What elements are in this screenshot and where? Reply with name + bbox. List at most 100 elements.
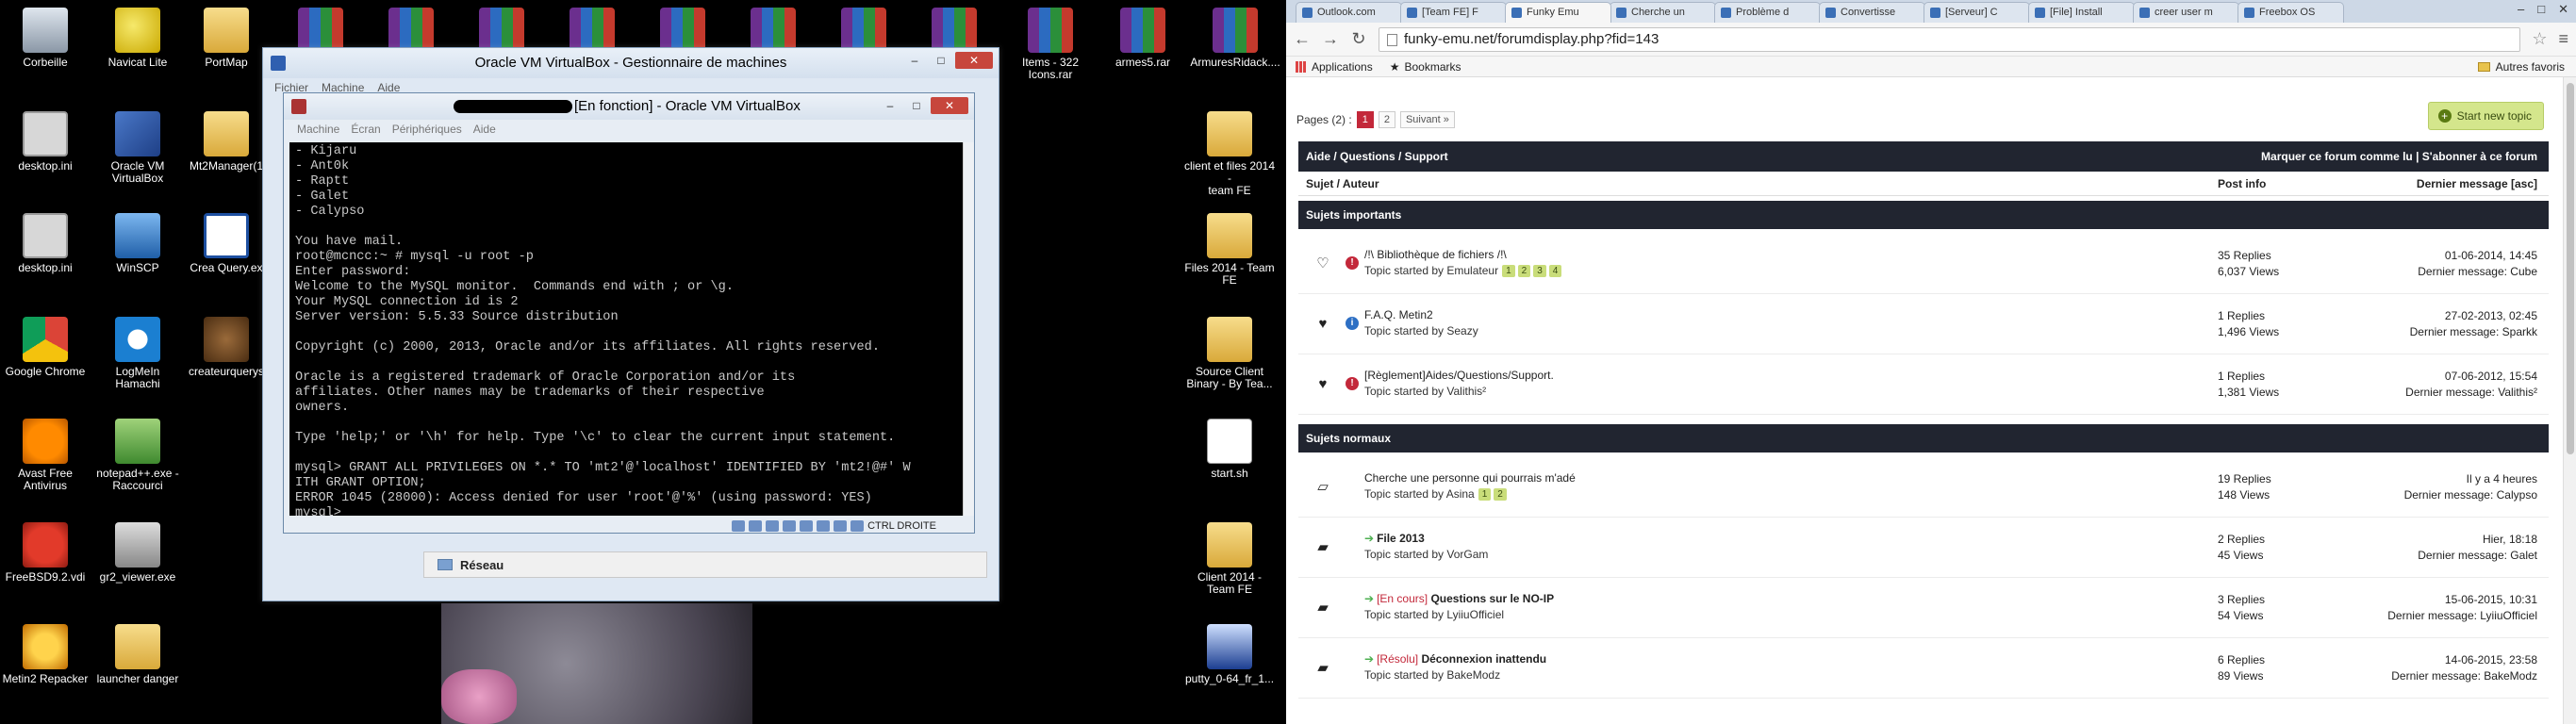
desktop-icon[interactable]: start.sh (1182, 419, 1277, 480)
last-message-author[interactable]: Dernier message: LyiiuOfficiel (2387, 608, 2537, 624)
last-message-date[interactable]: Hier, 18:18 (2418, 532, 2537, 548)
close-icon[interactable]: ✕ (2558, 2, 2568, 17)
optical-drive-icon[interactable] (749, 520, 763, 532)
desktop-icon[interactable]: createurquerys (179, 317, 273, 378)
bookmark-applications[interactable]: Applications (1296, 60, 1373, 74)
hdd-icon[interactable] (732, 520, 746, 532)
desktop-icon[interactable]: PortMap (179, 8, 273, 69)
page-1-link[interactable]: 1 (1356, 111, 1374, 128)
heart-filled-icon[interactable]: ♥ (1315, 377, 1330, 392)
desktop-icon[interactable]: Crea Query.ex (179, 213, 273, 274)
browser-tab[interactable]: [Team FE] F (1400, 2, 1507, 23)
desktop-icon[interactable]: Files 2014 - Team FE (1182, 213, 1277, 287)
desktop-icon[interactable]: client et files 2014 - team FE (1182, 111, 1277, 197)
minimize-icon[interactable]: – (878, 97, 902, 114)
desktop-icon[interactable]: Mt2Manager(1 (179, 111, 273, 173)
last-message-author[interactable]: Dernier message: Valithis² (2405, 385, 2537, 401)
last-message-date[interactable]: 27-02-2013, 02:45 (2410, 308, 2537, 324)
last-message-date[interactable]: 14-06-2015, 23:58 (2391, 652, 2537, 668)
minimize-icon[interactable]: – (2518, 2, 2524, 17)
folder-filled-icon[interactable]: ▰ (1315, 601, 1330, 616)
topic-page-link[interactable]: 1 (1478, 488, 1492, 502)
vm-titlebar[interactable]: [En fonction] - Oracle VM VirtualBox – □… (284, 93, 974, 120)
network-icon[interactable] (800, 520, 814, 532)
topic-page-link[interactable]: 2 (1517, 265, 1531, 278)
topic-page-link[interactable]: 4 (1548, 265, 1562, 278)
topic-title-link[interactable]: Cherche une personne qui pourrais m'adé (1364, 471, 1576, 485)
close-icon[interactable]: ✕ (955, 52, 993, 69)
browser-tab[interactable]: Outlook.com (1296, 2, 1402, 23)
desktop-icon[interactable]: WinSCP (91, 213, 185, 274)
maximize-icon[interactable]: □ (929, 52, 953, 69)
new-topic-button[interactable]: + Start new topic (2427, 102, 2544, 130)
vm-window[interactable]: [En fonction] - Oracle VM VirtualBox – □… (283, 92, 975, 534)
desktop-icon[interactable]: putty_0-64_fr_1... (1182, 624, 1277, 685)
other-bookmarks[interactable]: Autres favoris (2477, 60, 2565, 74)
desktop-icon[interactable]: ArmuresRidack.... (1188, 8, 1282, 69)
heart-filled-icon[interactable]: ♥ (1315, 317, 1330, 332)
menu-peripheriques[interactable]: Périphériques (392, 123, 462, 136)
vm-terminal[interactable]: - Kijaru - Ant0k - Raptt - Galet - Calyp… (289, 142, 966, 516)
vm-scrollbar[interactable] (963, 142, 974, 516)
last-message-author[interactable]: Dernier message: Sparkk (2410, 324, 2537, 340)
reload-icon[interactable]: ↻ (1350, 29, 1367, 49)
maximize-icon[interactable]: □ (2537, 2, 2545, 17)
usb-icon[interactable] (766, 520, 780, 532)
maximize-icon[interactable]: □ (904, 97, 929, 114)
folder-filled-icon[interactable]: ▰ (1315, 540, 1330, 555)
browser-tab[interactable]: Funky Emu (1505, 2, 1611, 23)
desktop-icon[interactable]: FreeBSD9.2.vdi (0, 522, 92, 584)
desktop-icon[interactable]: LogMeIn Hamachi (91, 317, 185, 390)
desktop-icon[interactable]: Google Chrome (0, 317, 92, 378)
last-message-date[interactable]: 01-06-2014, 14:45 (2418, 248, 2537, 264)
desktop-icon[interactable]: Client 2014 - Team FE (1182, 522, 1277, 596)
desktop-icon[interactable]: Avast Free Antivirus (0, 419, 92, 492)
col-last-message[interactable]: Dernier message [asc] (2417, 172, 2537, 196)
last-message-author[interactable]: Dernier message: Galet (2418, 548, 2537, 564)
desktop-icon[interactable]: Metin2 Repacker (0, 624, 92, 685)
topic-title-link[interactable]: File 2013 (1377, 532, 1425, 545)
desktop-icon[interactable]: gr2_viewer.exe (91, 522, 185, 584)
last-message-author[interactable]: Dernier message: Cube (2418, 264, 2537, 280)
desktop-icon[interactable]: notepad++.exe - Raccourci (91, 419, 185, 492)
bookmark-star-icon[interactable]: ☆ (2532, 29, 2547, 49)
folder-outline-icon[interactable]: ▱ (1315, 480, 1330, 495)
forward-icon[interactable]: → (1322, 29, 1339, 49)
close-icon[interactable]: ✕ (931, 97, 968, 114)
topic-page-link[interactable]: 3 (1533, 265, 1546, 278)
display-icon[interactable] (817, 520, 831, 532)
shared-folder-icon[interactable] (783, 520, 797, 532)
browser-tab[interactable]: Problème d (1714, 2, 1821, 23)
desktop-icon[interactable]: Navicat Lite (91, 8, 185, 69)
minimize-icon[interactable]: – (902, 52, 927, 69)
desktop-icon[interactable]: armes5.rar (1096, 8, 1190, 69)
address-bar[interactable]: funky-emu.net/forumdisplay.php?fid=143 (1379, 26, 2521, 52)
desktop-icon[interactable]: launcher danger (91, 624, 185, 685)
topic-title-link[interactable]: /!\ Bibliothèque de fichiers /!\ (1364, 248, 1507, 261)
desktop-icon[interactable]: Items - 322 Icons.rar (1003, 8, 1098, 81)
menu-icon[interactable]: ≡ (2558, 29, 2568, 49)
menu-ecran[interactable]: Écran (351, 123, 380, 136)
folder-filled-icon[interactable]: ▰ (1315, 661, 1330, 676)
browser-tab[interactable]: [File] Install (2028, 2, 2135, 23)
desktop-icon[interactable]: Corbeille (0, 8, 92, 69)
bookmark-bookmarks[interactable]: ★ Bookmarks (1390, 60, 1461, 74)
last-message-date[interactable]: Il y a 4 heures (2404, 471, 2537, 487)
browser-tab[interactable]: creer user m (2133, 2, 2239, 23)
scrollbar-thumb[interactable] (2567, 83, 2574, 454)
browser-tab[interactable]: Convertisse (1819, 2, 1925, 23)
browser-tab[interactable]: [Serveur] C (1924, 2, 2030, 23)
mouse-integration-icon[interactable] (834, 520, 848, 532)
last-message-author[interactable]: Dernier message: BakeModz (2391, 668, 2537, 684)
menu-machine[interactable]: Machine (297, 123, 339, 136)
last-message-author[interactable]: Dernier message: Calypso (2404, 487, 2537, 503)
desktop-icon[interactable]: Source Client Binary - By Tea... (1182, 317, 1277, 390)
desktop-icon[interactable]: Oracle VM VirtualBox (91, 111, 185, 185)
desktop-icon[interactable]: desktop.ini (0, 111, 92, 173)
vbm-titlebar[interactable]: Oracle VM VirtualBox - Gestionnaire de m… (263, 48, 999, 78)
last-message-date[interactable]: 07-06-2012, 15:54 (2405, 369, 2537, 385)
forum-actions[interactable]: Marquer ce forum comme lu | S'abonner à … (2261, 141, 2537, 172)
topic-title-link[interactable]: [Règlement]Aides/Questions/Support. (1364, 369, 1554, 382)
menu-aide[interactable]: Aide (473, 123, 496, 136)
network-panel[interactable]: Réseau (423, 551, 987, 578)
